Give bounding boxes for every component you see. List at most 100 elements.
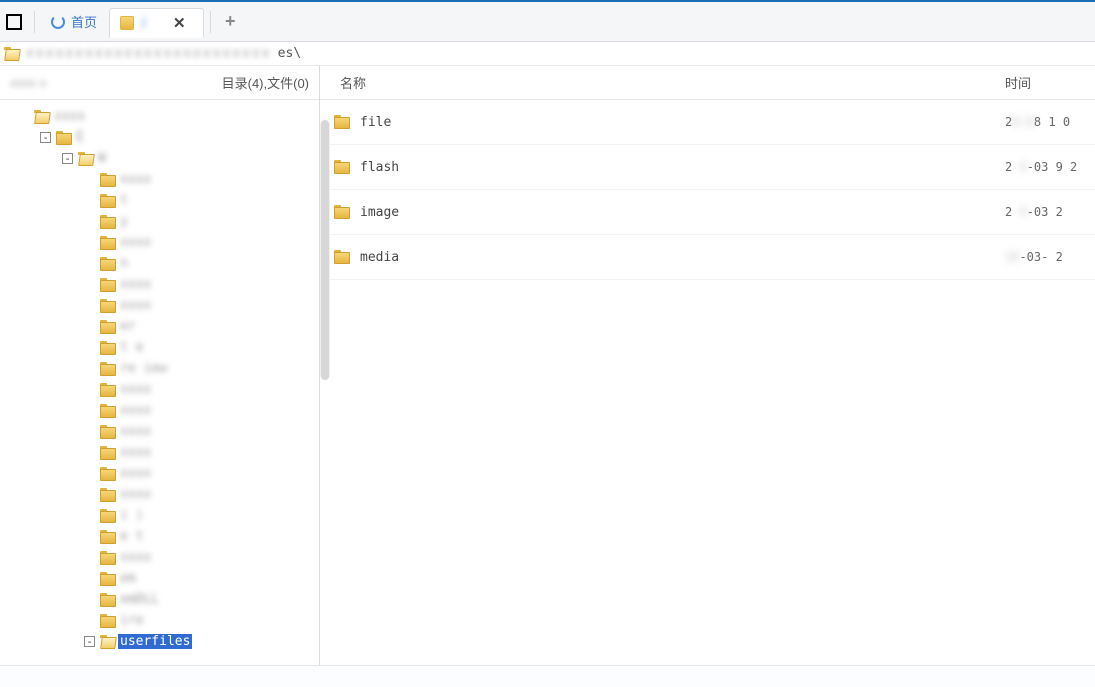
file-name: media [360,250,995,265]
tree-node[interactable]: re iew [6,358,319,379]
tree-node[interactable]: xxxx [6,232,319,253]
tab-add-button[interactable]: + [217,9,243,35]
column-headers: 名称 时间 [320,66,1095,100]
tree-node-label: xxxx [118,445,153,460]
folder-icon [100,530,116,544]
tab-close-button[interactable]: ✕ [169,13,189,33]
tree-node[interactable]: xxxx [6,463,319,484]
tree-toggle[interactable]: - [62,153,73,164]
tree-toggle[interactable]: - [84,636,95,647]
main-split: xxxx x 目录(4),文件(0) xxxx-E-Wxxxxtyxxxxnxx… [0,66,1095,665]
tree-node[interactable]: xxxx [6,547,319,568]
tree-node-label: xxxx [118,277,153,292]
tree-node[interactable]: - userfiles [6,631,319,652]
tree-panel: xxxx x 目录(4),文件(0) xxxx-E-Wxxxxtyxxxxnxx… [0,66,320,665]
tab-home[interactable]: 首页 [41,7,107,37]
tree-node-label: xxxx [118,424,153,439]
tree-node[interactable]: xxxx [6,484,319,505]
tree-node[interactable]: y [6,211,319,232]
tree-node[interactable]: xxxx [6,274,319,295]
tree-node[interactable]: n [6,253,319,274]
status-bar [0,665,1095,687]
folder-icon [100,278,116,292]
tree-node-label: y [118,214,130,229]
folder-icon [100,194,116,208]
tree-node[interactable]: -E [6,127,319,148]
tree-node[interactable]: e t [6,526,319,547]
tree-node[interactable]: xxxx [6,106,319,127]
tree-node-label: i ) [118,508,145,523]
divider [34,11,35,33]
folder-icon [334,160,350,174]
file-time: 19-03- 2 [1005,250,1095,264]
scrollbar-thumb[interactable] [321,120,329,380]
tree-node[interactable]: emDLL [6,589,319,610]
tree-node[interactable]: ire [6,610,319,631]
file-row[interactable]: file20-08 1 0 [320,100,1095,145]
tree-node-label: e t [118,529,145,544]
tree-node[interactable]: xxxx [6,169,319,190]
tree-node[interactable]: xxxx [6,400,319,421]
tree-node-label: xxxx [118,403,153,418]
folder-icon [100,383,116,397]
tree-node[interactable]: t [6,190,319,211]
folder-icon [100,425,116,439]
folder-icon [100,572,116,586]
tree-list[interactable]: xxxx-E-Wxxxxtyxxxxnxxxxxxxxert ere iewxx… [0,100,319,665]
tree-node[interactable]: er [6,316,319,337]
app-logo [6,14,22,30]
tree-node[interactable]: t e [6,337,319,358]
file-time: 2 9-03 2 [1005,205,1095,219]
divider [210,11,211,33]
file-list[interactable]: file20-08 1 0flash2 9-03 9 2 image 2 9-03 … [320,100,1095,665]
tree-node[interactable]: xxxx [6,379,319,400]
folder-icon [100,320,116,334]
tree-node-label: xxxx [118,235,153,250]
scrollbar[interactable] [320,120,330,380]
folder-icon [100,488,116,502]
folder-icon [100,215,116,229]
tree-node-label: t e [118,340,145,355]
tree-node-label: re iew [118,361,169,376]
file-time: 20-08 1 0 [1005,115,1095,129]
folder-open-icon [4,47,20,61]
folder-icon [100,257,116,271]
folder-icon [100,236,116,250]
folder-icon [100,446,116,460]
col-time[interactable]: 时间 [1005,73,1095,92]
file-name: image [360,205,995,220]
file-panel: 名称 时间 file20-08 1 0flash2 9-03 9 2 image 2… [320,66,1095,665]
folder-icon [78,152,94,166]
tree-node[interactable]: em [6,568,319,589]
folder-icon [334,205,350,219]
folder-icon [100,341,116,355]
tree-node-label: xxxx [118,298,153,313]
folder-icon [334,115,350,129]
tree-node[interactable]: xxxx [6,295,319,316]
tree-node-label: em [118,571,138,586]
file-row[interactable]: media 19-03- 2 [320,235,1095,280]
tree-node-label: xxxx [118,382,153,397]
home-ring-icon [51,15,65,29]
tab-active[interactable]: 2 ✕ [109,8,204,38]
tree-summary: 目录(4),文件(0) [222,73,309,92]
tab-bar: 首页 2 ✕ + [0,2,1095,42]
path-suffix: es\ [278,46,301,61]
tree-toggle[interactable]: - [40,132,51,143]
tree-node-label: n [118,256,130,271]
tree-node[interactable]: i ) [6,505,319,526]
file-row[interactable]: image 2 9-03 2 [320,190,1095,235]
tree-node[interactable]: xxxx [6,421,319,442]
col-name[interactable]: 名称 [334,73,1005,92]
folder-icon [100,299,116,313]
tree-node-label: xxxx [118,550,153,565]
file-row[interactable]: flash2 9-03 9 2 [320,145,1095,190]
path-bar[interactable]: xxxxxxxxxxxxxxxxxxxxxxxxx es\ [0,42,1095,66]
tree-node-label: er [118,319,138,334]
folder-icon [100,593,116,607]
folder-icon [100,551,116,565]
tree-node[interactable]: xxxx [6,442,319,463]
tab-active-label: 2 [140,15,147,30]
tree-node-label: userfiles [118,634,192,649]
tree-node[interactable]: -W [6,148,319,169]
